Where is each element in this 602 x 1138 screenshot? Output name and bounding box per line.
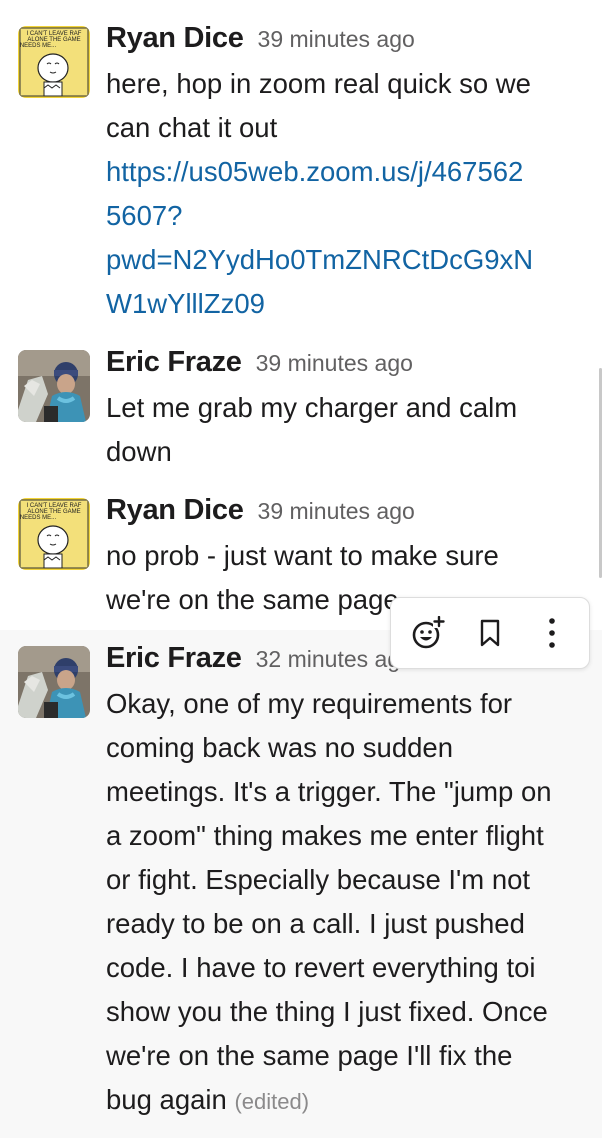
link-line[interactable]: pwd=N2YydHo0TmZNRCtDcG9xN: [106, 238, 586, 282]
message-body: Ryan Dice 39 minutes ago here, hop in zo…: [106, 22, 586, 326]
message-eric-fraze-2[interactable]: Eric Fraze 32 minutes ago Okay, one of m…: [0, 630, 602, 1138]
timestamp[interactable]: 39 minutes ago: [256, 350, 413, 377]
message-line: here, hop in zoom real quick so we: [106, 68, 531, 99]
message-line: or fight. Especially because I'm not: [106, 864, 531, 895]
message-body: Eric Fraze 32 minutes ago Okay, one of m…: [106, 642, 586, 1124]
add-reaction-icon: [412, 616, 445, 649]
message-hover-toolbar: [390, 597, 590, 669]
zoom-meeting-link[interactable]: https://us05web.zoom.us/j/467562 5607? p…: [106, 150, 586, 326]
author-name[interactable]: Ryan Dice: [106, 22, 244, 55]
author-name[interactable]: Ryan Dice: [106, 494, 244, 527]
photo-avatar: [18, 350, 90, 422]
avatar[interactable]: [18, 350, 90, 422]
bookmark-icon: [480, 619, 500, 647]
charlie-brown-comic-avatar: I CAN'T LEAVE RAF ALONE THE GAME NEEDS M…: [18, 26, 90, 98]
message-line: ready to be on a call. I just pushed: [106, 908, 525, 939]
message-line: no prob - just want to make sure: [106, 540, 499, 571]
link-line[interactable]: 5607?: [106, 194, 586, 238]
edited-label: (edited): [234, 1089, 310, 1114]
message-line: coming back was no sudden: [106, 732, 454, 763]
author-name[interactable]: Eric Fraze: [106, 642, 242, 675]
message-line: code. I have to revert everything toi: [106, 952, 536, 983]
message-line: we're on the same page I'll fix the: [106, 1040, 513, 1071]
avatar[interactable]: I CAN'T LEAVE RAF ALONE THE GAME NEEDS M…: [18, 498, 90, 570]
photo-avatar: [18, 646, 90, 718]
message-text: Okay, one of my requirements for coming …: [106, 682, 586, 1124]
message-header: Ryan Dice 39 minutes ago: [106, 22, 586, 62]
message-header: Eric Fraze 39 minutes ago: [106, 346, 586, 386]
message-line: bug again: [106, 1084, 227, 1115]
avatar[interactable]: [18, 646, 90, 718]
charlie-brown-comic-avatar: I CAN'T LEAVE RAF ALONE THE GAME NEEDS M…: [18, 498, 90, 570]
message-line: can chat it out: [106, 112, 278, 143]
message-line: show you the thing I just fixed. Once: [106, 996, 548, 1027]
avatar-caption-line-3: NEEDS ME...: [20, 43, 57, 49]
message-body: Eric Fraze 39 minutes ago Let me grab my…: [106, 346, 586, 474]
message-line: down: [106, 436, 172, 467]
message-ryan-dice-1[interactable]: I CAN'T LEAVE RAF ALONE THE GAME NEEDS M…: [0, 0, 602, 340]
timestamp[interactable]: 39 minutes ago: [258, 26, 415, 53]
avatar[interactable]: I CAN'T LEAVE RAF ALONE THE GAME NEEDS M…: [18, 26, 90, 98]
message-header: Ryan Dice 39 minutes ago: [106, 494, 586, 534]
message-line: meetings. It's a trigger. The "jump on: [106, 776, 552, 807]
link-line[interactable]: W1wYlllZz09: [106, 282, 586, 326]
message-line: Let me grab my charger and calm: [106, 392, 518, 423]
link-line[interactable]: https://us05web.zoom.us/j/467562: [106, 150, 586, 194]
message-eric-fraze-1[interactable]: Eric Fraze 39 minutes ago Let me grab my…: [0, 340, 602, 488]
message-line: Okay, one of my requirements for: [106, 688, 513, 719]
more-actions-icon: [549, 618, 555, 648]
message-text: here, hop in zoom real quick so we can c…: [106, 62, 586, 150]
save-for-later-button[interactable]: [464, 607, 516, 659]
add-reaction-button[interactable]: [402, 607, 454, 659]
author-name[interactable]: Eric Fraze: [106, 346, 242, 379]
message-text: Let me grab my charger and calm down: [106, 386, 586, 474]
message-line-last: bug again (edited): [106, 1078, 586, 1124]
avatar-caption-line-3: NEEDS ME...: [20, 515, 57, 521]
message-line: a zoom" thing makes me enter flight: [106, 820, 544, 851]
timestamp[interactable]: 39 minutes ago: [258, 498, 415, 525]
more-actions-button[interactable]: [526, 607, 578, 659]
